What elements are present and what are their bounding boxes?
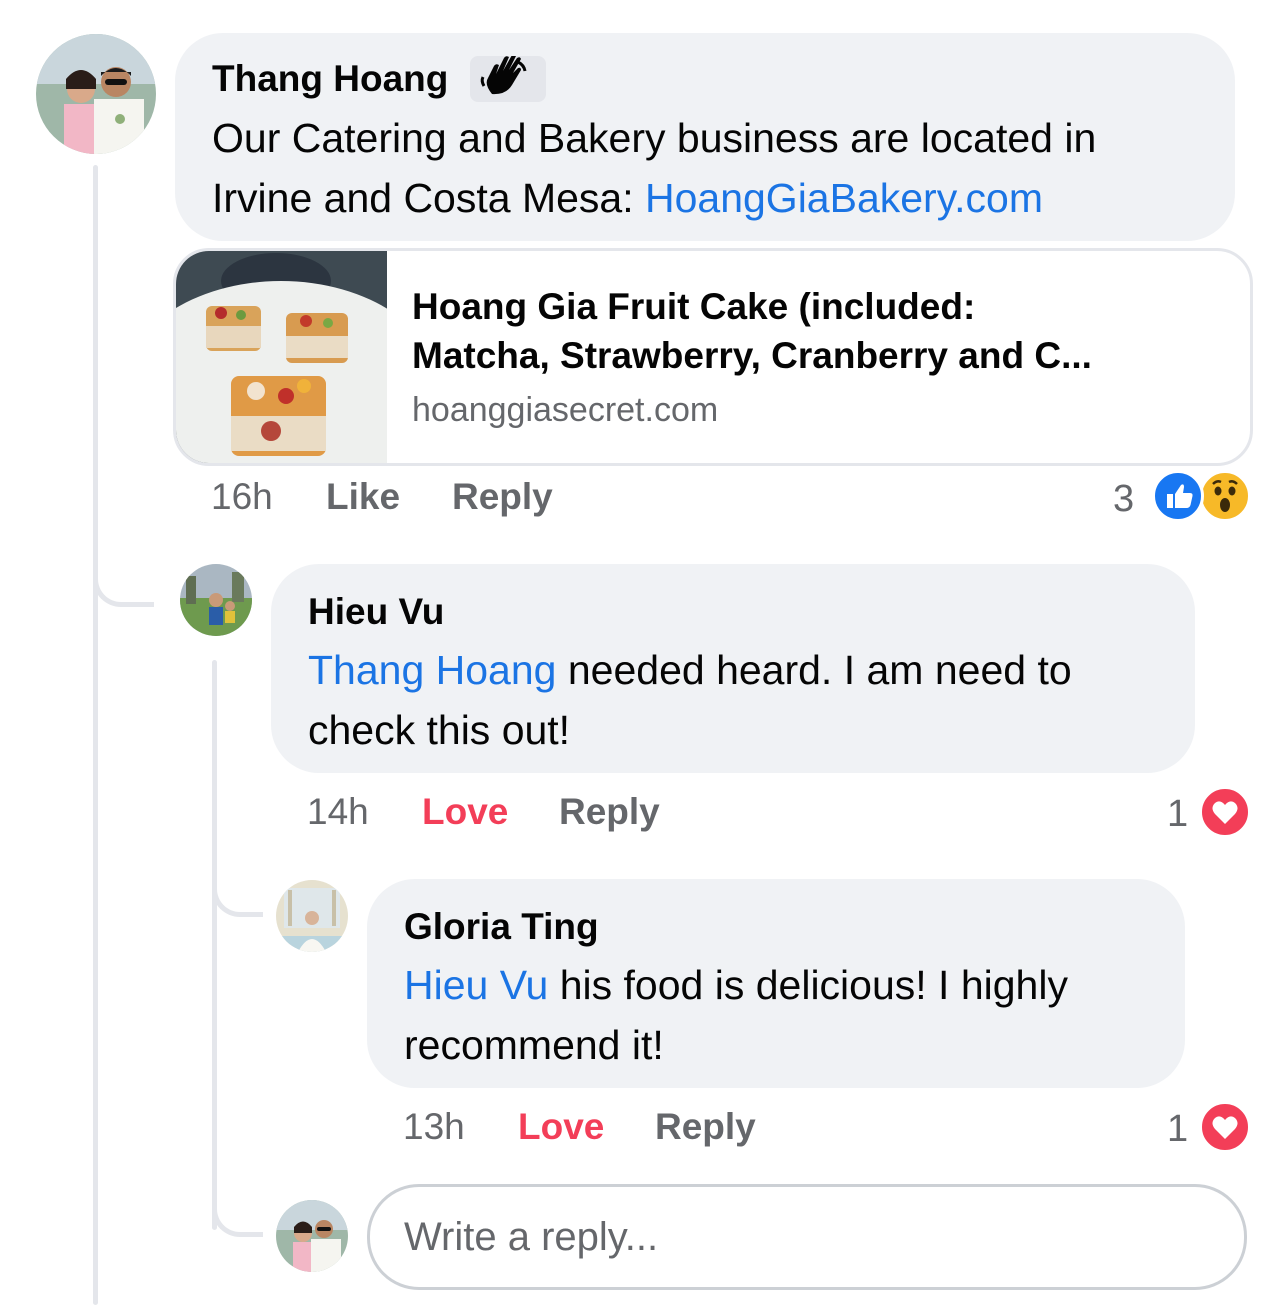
reply-label: Reply bbox=[655, 1106, 756, 1147]
comment-text-line-1: Thang Hoang needed heard. I am need to bbox=[308, 640, 1072, 700]
comment-text-part: needed heard. I am need to bbox=[556, 647, 1072, 693]
mention-link[interactable]: Hieu Vu bbox=[404, 962, 548, 1008]
link-preview-card[interactable]: Hoang Gia Fruit Cake (included: Matcha, … bbox=[173, 248, 1253, 466]
avatar-thang-hoang[interactable] bbox=[36, 34, 156, 154]
link-preview-title-line-1: Hoang Gia Fruit Cake (included: bbox=[412, 286, 976, 327]
avatar-hieu-vu[interactable] bbox=[180, 564, 252, 636]
comment-text-line-2: recommend it! bbox=[404, 1022, 664, 1068]
comment-text-line-1: Our Catering and Bakery business are loc… bbox=[212, 115, 1097, 161]
thread-connector-hieu bbox=[93, 540, 154, 607]
comment-text-part: Irvine and Costa Mesa: bbox=[212, 175, 645, 221]
reply-label: Reply bbox=[559, 791, 660, 832]
like-icon[interactable] bbox=[1152, 470, 1204, 522]
love-icon[interactable] bbox=[1199, 1101, 1251, 1153]
love-label: Love bbox=[518, 1106, 605, 1147]
wow-icon[interactable] bbox=[1199, 470, 1251, 522]
avatar-gloria-ting[interactable] bbox=[276, 880, 348, 952]
like-label: Like bbox=[326, 476, 401, 517]
reply-button[interactable]: Reply bbox=[452, 476, 553, 518]
link-preview-domain: hoanggiasecret.com bbox=[412, 391, 719, 429]
love-icon[interactable] bbox=[1199, 786, 1251, 838]
thread-line-replies bbox=[212, 660, 217, 1230]
comment-author-hieu-vu[interactable]: Hieu Vu bbox=[308, 591, 444, 633]
comment-timestamp[interactable]: 16h bbox=[211, 476, 273, 518]
reaction-count[interactable]: 1 bbox=[1167, 793, 1188, 836]
reaction-count[interactable]: 3 bbox=[1113, 478, 1134, 521]
thread-line-main bbox=[93, 165, 98, 1305]
thread-connector-gloria bbox=[212, 860, 263, 917]
comment-author-gloria-ting[interactable]: Gloria Ting bbox=[404, 906, 599, 948]
comment-timestamp[interactable]: 14h bbox=[307, 791, 369, 833]
reaction-count[interactable]: 1 bbox=[1167, 1108, 1188, 1151]
comment-text-line-1: Hieu Vu his food is delicious! I highly bbox=[404, 955, 1068, 1015]
mention-link[interactable]: Thang Hoang bbox=[308, 647, 556, 693]
link-preview-title-line-2: Matcha, Strawberry, Cranberry and C... bbox=[412, 335, 1092, 376]
comment-timestamp[interactable]: 13h bbox=[403, 1106, 465, 1148]
love-label: Love bbox=[422, 791, 509, 832]
comment-text-line-2: Irvine and Costa Mesa: HoangGiaBakery.co… bbox=[212, 168, 1043, 228]
reply-button[interactable]: Reply bbox=[655, 1106, 756, 1148]
love-button[interactable]: Love bbox=[422, 791, 508, 833]
link-preview-image bbox=[176, 251, 441, 463]
comment-author-thang-hoang[interactable]: Thang Hoang bbox=[212, 58, 448, 100]
thread-connector-reply-box bbox=[212, 1180, 263, 1237]
reply-button[interactable]: Reply bbox=[559, 791, 660, 833]
like-button[interactable]: Like bbox=[326, 476, 400, 518]
website-link[interactable]: HoangGiaBakery.com bbox=[645, 175, 1043, 221]
comment-text-part: his food is delicious! I highly bbox=[548, 962, 1068, 1008]
comment-text-line-2: check this out! bbox=[308, 707, 571, 753]
waving-hand-icon bbox=[470, 53, 546, 102]
reply-label: Reply bbox=[452, 476, 553, 517]
avatar-current-user bbox=[276, 1200, 348, 1272]
reply-input-placeholder: Write a reply... bbox=[404, 1215, 659, 1259]
love-button[interactable]: Love bbox=[518, 1106, 604, 1148]
